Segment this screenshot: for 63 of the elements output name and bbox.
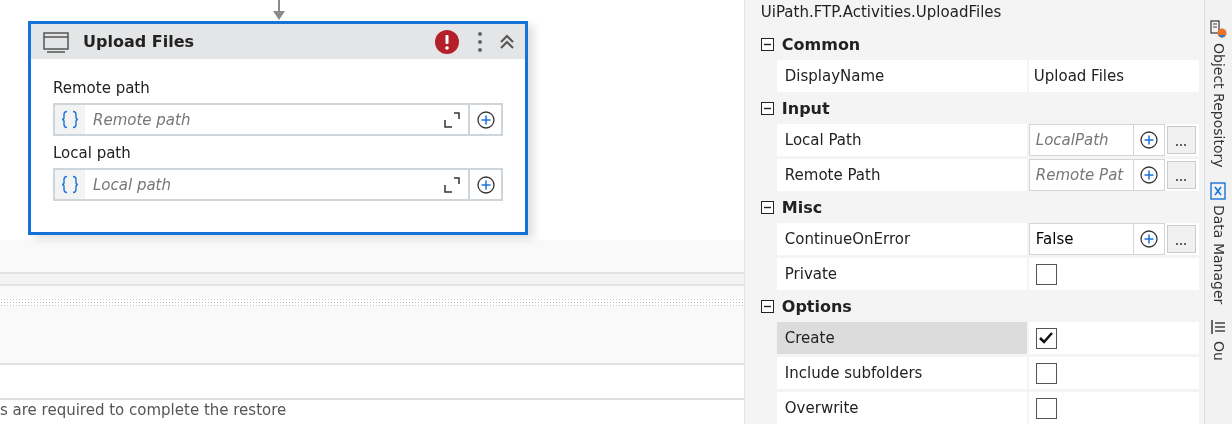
category-name: Misc [781, 198, 823, 217]
expression-input[interactable]: Local path [85, 175, 444, 194]
side-tab[interactable]: Ou [1209, 317, 1228, 361]
output-message: s are required to complete the restore [0, 400, 288, 419]
expand-icon [444, 111, 460, 128]
activity-title: Upload Files [83, 32, 195, 51]
list-icon [1209, 317, 1228, 337]
property-name[interactable]: Include subfolders [776, 357, 1027, 389]
expression-field[interactable]: Local path [53, 168, 503, 201]
category-name: Input [781, 99, 830, 118]
expression-field[interactable]: Remote path [53, 103, 503, 136]
ellipsis-icon [1175, 143, 1188, 147]
minus-icon [760, 102, 774, 115]
checkbox[interactable] [1035, 362, 1057, 384]
plus-icon [476, 175, 495, 194]
property-input[interactable]: False [1028, 223, 1134, 255]
more-icon [477, 30, 483, 53]
checkbox[interactable] [1035, 263, 1057, 285]
property-name[interactable]: Overwrite [776, 392, 1027, 424]
property-name[interactable]: Create [776, 322, 1027, 354]
expand-icon [444, 176, 460, 193]
add-button[interactable] [1133, 159, 1165, 191]
minus-icon [760, 38, 774, 51]
collapse-toggle[interactable] [760, 38, 774, 51]
braces-icon [55, 105, 85, 134]
property-name[interactable]: Private [776, 258, 1027, 290]
expression-input[interactable]: Remote path [85, 110, 444, 129]
add-button[interactable] [1133, 124, 1165, 156]
collapse-toggle[interactable] [760, 201, 774, 214]
property-name[interactable]: ContinueOnError [776, 223, 1027, 255]
activity-type-name: UiPath.FTP.Activities.UploadFiles [759, 2, 1003, 23]
property-input[interactable]: Remote Pat [1028, 159, 1134, 191]
window-icon [43, 29, 69, 54]
add-button[interactable] [1133, 223, 1165, 255]
double-chevron-icon [499, 32, 515, 51]
property-name[interactable]: DisplayName [776, 60, 1027, 92]
checkbox[interactable] [1035, 397, 1057, 419]
property-value: Upload Files [1032, 67, 1125, 85]
plus-icon [476, 110, 495, 129]
plus-icon [1139, 131, 1158, 149]
side-tab[interactable]: Object Repository [1209, 20, 1228, 168]
plus-icon [1139, 230, 1158, 248]
property-name[interactable]: Remote Path [776, 159, 1027, 191]
property-name[interactable]: Local Path [776, 124, 1027, 156]
property-input[interactable]: LocalPath [1028, 124, 1134, 156]
plus-icon [1139, 166, 1158, 184]
category-name: Options [781, 297, 852, 316]
braces-icon [55, 170, 85, 199]
activity-card[interactable]: Upload Files Remote path Remote path Local path Local path [28, 21, 528, 235]
ellipsis-icon [1175, 178, 1188, 182]
ellipsis-icon [1175, 242, 1188, 246]
checkbox[interactable] [1035, 327, 1057, 349]
flow-arrow [271, 0, 287, 20]
category-name: Common [781, 35, 861, 54]
repository-icon [1209, 20, 1228, 39]
minus-icon [760, 300, 774, 313]
side-tab[interactable]: Data Manager [1209, 181, 1228, 304]
field-label: Local path [53, 144, 132, 162]
collapse-toggle[interactable] [760, 300, 774, 313]
minus-icon [760, 201, 774, 214]
collapse-toggle[interactable] [760, 102, 774, 115]
field-label: Remote path [53, 79, 151, 97]
data-manager-icon [1209, 181, 1228, 201]
